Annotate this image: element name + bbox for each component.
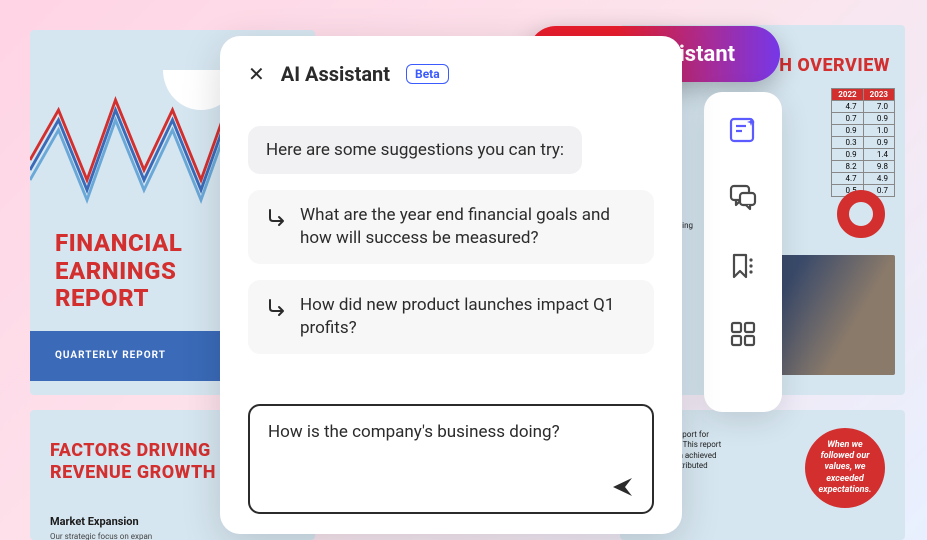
toolbar: [704, 92, 782, 412]
quote-text: When we followed our values, we exceeded…: [815, 440, 875, 496]
panel-header: ✕ AI Assistant Beta: [248, 62, 654, 86]
suggestion-1-text: What are the year end financial goals an…: [300, 204, 636, 250]
send-button[interactable]: [610, 474, 636, 500]
toolbar-summary[interactable]: [725, 112, 761, 148]
quote-circle: When we followed our values, we exceeded…: [805, 428, 885, 508]
bookmark-icon: [728, 251, 758, 281]
reply-arrow-icon: [266, 296, 288, 322]
toolbar-comment[interactable]: [725, 180, 761, 216]
chat-input-text[interactable]: How is the company's business doing?: [268, 422, 636, 474]
close-icon[interactable]: ✕: [248, 62, 265, 86]
suggestions-intro: Here are some suggestions you can try:: [248, 126, 582, 174]
summary-icon: [728, 115, 758, 145]
suggestion-1[interactable]: What are the year end financial goals an…: [248, 190, 654, 264]
toolbar-bookmark[interactable]: [725, 248, 761, 284]
overview-table: 202220234.77.00.70.90.91.00.30.90.91.48.…: [831, 88, 895, 197]
toolbar-grid[interactable]: [725, 316, 761, 352]
donut-graphic: [837, 190, 885, 238]
ai-assistant-panel: ✕ AI Assistant Beta Here are some sugges…: [220, 36, 682, 534]
beta-badge: Beta: [406, 64, 449, 84]
reply-arrow-icon: [266, 206, 288, 232]
suggestion-2-text: How did new product launches impact Q1 p…: [300, 294, 636, 340]
panel-title: AI Assistant: [281, 62, 390, 86]
comment-icon: [728, 183, 758, 213]
grid-icon: [728, 319, 758, 349]
chat-input-box[interactable]: How is the company's business doing?: [248, 404, 654, 514]
suggestion-2[interactable]: How did new product launches impact Q1 p…: [248, 280, 654, 354]
send-icon: [610, 474, 636, 500]
quarterly-label: QUARTERLY REPORT: [55, 350, 166, 361]
